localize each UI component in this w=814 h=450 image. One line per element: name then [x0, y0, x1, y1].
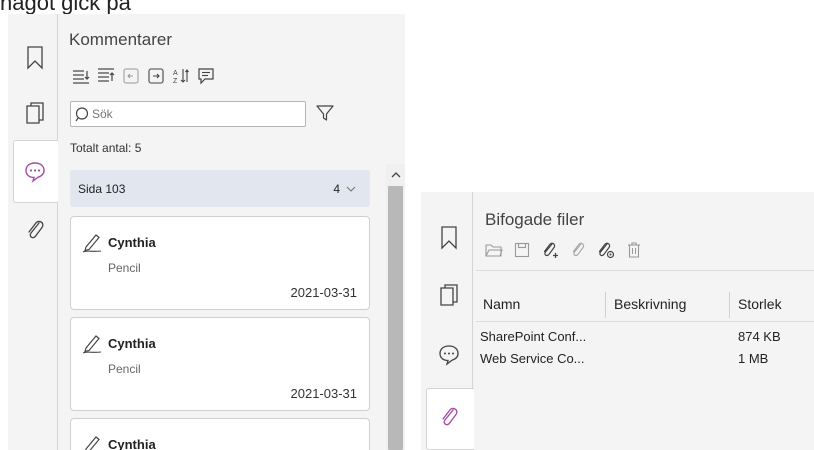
comment-date: 2021-03-31: [290, 386, 358, 401]
file-size: 874 KB: [738, 329, 781, 344]
search-icon: [75, 106, 89, 122]
pages-icon[interactable]: [438, 283, 460, 307]
comment-author: Cynthia: [108, 437, 156, 450]
comment-card[interactable]: Cynthia Pencil 2021-03-31: [70, 216, 370, 310]
pages-icon[interactable]: [24, 101, 46, 125]
previous-icon[interactable]: [120, 66, 141, 86]
attachments-table-header: Namn Beskrivning Storlek: [476, 286, 814, 322]
file-size: 1 MB: [738, 351, 769, 366]
comment-date: 2021-03-31: [290, 285, 358, 300]
comments-icon[interactable]: [24, 160, 46, 184]
table-row[interactable]: SharePoint Conf... 874 KB: [480, 327, 814, 349]
expand-all-icon[interactable]: [70, 66, 91, 86]
attachment-icon[interactable]: [438, 405, 460, 429]
attachments-toolbar: [484, 240, 652, 260]
attachment-icon[interactable]: [24, 218, 46, 242]
svg-text:Z: Z: [173, 78, 178, 85]
next-icon[interactable]: [145, 66, 166, 86]
page-group-label: Sida 103: [78, 181, 126, 196]
search-box: [70, 101, 306, 127]
open-icon[interactable]: [484, 240, 504, 260]
toolbar-separator: [476, 270, 814, 271]
comments-icon[interactable]: [438, 343, 460, 367]
comments-title: Kommentarer: [69, 30, 172, 49]
pencil-icon: [81, 332, 103, 354]
remove-attachment-icon[interactable]: [568, 240, 588, 260]
bookmark-icon[interactable]: [24, 46, 46, 70]
column-divider[interactable]: [729, 292, 730, 318]
comment-author: Cynthia: [108, 336, 156, 351]
page-group-header[interactable]: Sida 103 4: [70, 170, 370, 207]
column-divider[interactable]: [605, 292, 606, 318]
sort-icon[interactable]: AZ: [170, 66, 191, 86]
file-name: SharePoint Conf...: [480, 329, 587, 344]
comment-card[interactable]: Cynthia Pencil 2021-03-31: [70, 317, 370, 411]
comment-author: Cynthia: [108, 235, 156, 250]
filter-icon[interactable]: [314, 102, 336, 124]
attachment-settings-icon[interactable]: [596, 240, 616, 260]
column-header-size[interactable]: Storlek: [738, 286, 782, 322]
bookmark-icon[interactable]: [438, 226, 460, 250]
comment-icon[interactable]: [195, 66, 216, 86]
column-header-name[interactable]: Namn: [483, 286, 520, 322]
attachments-title: Bifogade filer: [485, 210, 585, 229]
comment-type: Pencil: [108, 362, 141, 376]
svg-text:A: A: [173, 70, 178, 77]
scrollbar-thumb[interactable]: [388, 186, 403, 450]
delete-icon[interactable]: [624, 240, 644, 260]
add-attachment-icon[interactable]: [540, 240, 560, 260]
pencil-icon: [81, 433, 103, 450]
comment-type: Pencil: [108, 261, 141, 275]
chevron-down-icon: [346, 186, 356, 192]
save-icon[interactable]: [512, 240, 532, 260]
comment-card[interactable]: Cynthia: [70, 418, 370, 450]
collapse-all-icon[interactable]: [95, 66, 116, 86]
total-count: Totalt antal: 5: [70, 141, 142, 155]
file-name: Web Service Co...: [480, 351, 585, 366]
search-input[interactable]: [92, 107, 292, 121]
pencil-icon: [81, 231, 103, 253]
table-row[interactable]: Web Service Co... 1 MB: [480, 349, 814, 371]
page-group-count: 4: [333, 181, 340, 196]
comments-toolbar: AZ: [70, 66, 220, 86]
scroll-up-arrow-icon[interactable]: [386, 164, 405, 184]
column-header-description[interactable]: Beskrivning: [614, 286, 686, 322]
